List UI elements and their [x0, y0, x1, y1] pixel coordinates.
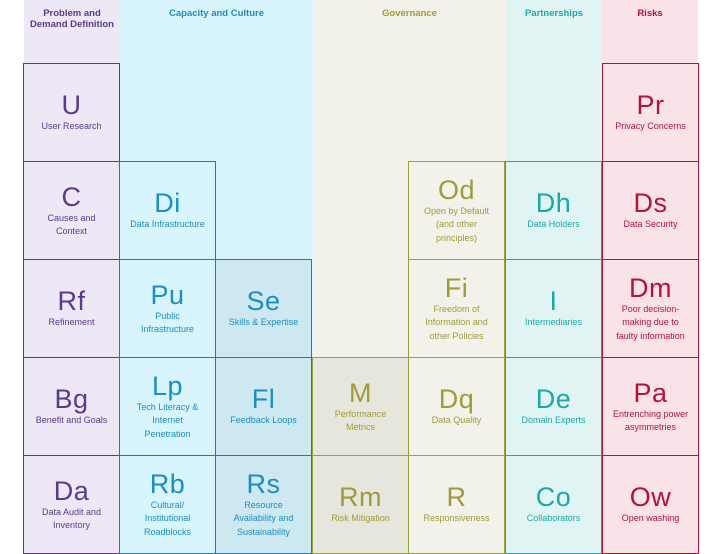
element-symbol: Ds [633, 188, 668, 219]
element-name: Data Audit and Inventory [41, 506, 102, 531]
element-symbol: M [349, 377, 372, 408]
element-Od[interactable]: Od Open by Default (and other principles… [408, 161, 505, 260]
element-name: Open by Default (and other principles) [423, 205, 490, 243]
element-name: Skills & Expertise [228, 317, 299, 328]
element-symbol: Da [53, 475, 90, 506]
element-Bg[interactable]: Bg Benefit and Goals [23, 357, 120, 456]
element-R[interactable]: R Responsiveness [408, 455, 505, 554]
element-name: Data Holders [527, 219, 580, 230]
category-label-problem: Problem and Demand Definition [30, 8, 114, 30]
element-symbol: Rm [339, 482, 382, 513]
element-name: Poor decision-making due to faulty infor… [616, 303, 685, 341]
element-symbol: Rf [57, 286, 86, 317]
element-Rs[interactable]: Rs Resource Availability and Sustainabil… [215, 455, 312, 554]
element-symbol: Co [535, 482, 572, 513]
element-name: Risk Mitigation [331, 513, 390, 524]
element-Pr[interactable]: Pr Privacy Concerns [602, 63, 699, 162]
element-name: Feedback Loops [230, 415, 297, 426]
element-symbol: Se [246, 286, 281, 317]
element-Da[interactable]: Da Data Audit and Inventory [23, 455, 120, 554]
element-Rf[interactable]: Rf Refinement [23, 259, 120, 358]
element-name: Tech Literacy & Internet Penetration [136, 401, 199, 439]
element-U[interactable]: U User Research [23, 63, 120, 162]
element-symbol: C [61, 181, 82, 212]
element-symbol: Di [154, 188, 181, 219]
element-name: Causes and Context [47, 212, 96, 237]
element-name: Domain Experts [521, 415, 586, 426]
element-name: Refinement [48, 317, 95, 328]
element-name: Public Infrastructure [140, 310, 195, 335]
element-Rm[interactable]: Rm Risk Mitigation [312, 455, 409, 554]
element-symbol: Bg [54, 384, 89, 415]
element-symbol: Pr [636, 90, 665, 121]
element-name: Performance Metrics [334, 408, 387, 433]
element-Co[interactable]: Co Collaborators [505, 455, 602, 554]
element-symbol: Dq [438, 384, 475, 415]
element-Dm[interactable]: Dm Poor decision-making due to faulty in… [602, 259, 699, 358]
element-name: User Research [41, 121, 102, 132]
element-name: Intermediaries [524, 317, 583, 328]
element-symbol: Pu [150, 279, 185, 310]
element-De[interactable]: De Domain Experts [505, 357, 602, 456]
element-symbol: I [549, 286, 558, 317]
element-name: Entrenching power asymmetries [612, 408, 689, 433]
element-Fi[interactable]: Fi Freedom of Information and other Poli… [408, 259, 505, 358]
element-Di[interactable]: Di Data Infrastructure [119, 161, 216, 260]
element-symbol: De [535, 384, 572, 415]
element-name: Resource Availability and Sustainability [233, 499, 294, 537]
element-symbol: Rs [246, 468, 281, 499]
element-Rb[interactable]: Rb Cultural/ Institutional Roadblocks [119, 455, 216, 554]
element-symbol: Fl [251, 384, 276, 415]
element-Fl[interactable]: Fl Feedback Loops [215, 357, 312, 456]
element-name: Freedom of Information and other Policie… [425, 303, 488, 341]
element-I[interactable]: I Intermediaries [505, 259, 602, 358]
element-symbol: Od [437, 174, 476, 205]
element-Pu[interactable]: Pu Public Infrastructure [119, 259, 216, 358]
element-Dh[interactable]: Dh Data Holders [505, 161, 602, 260]
element-name: Data Security [623, 219, 678, 230]
element-symbol: Dh [535, 188, 572, 219]
element-name: Collaborators [526, 513, 581, 524]
element-name: Privacy Concerns [615, 121, 686, 132]
element-symbol: R [446, 482, 467, 513]
category-label-capacity: Capacity and Culture [168, 8, 265, 19]
element-name: Data Infrastructure [130, 219, 205, 230]
element-Se[interactable]: Se Skills & Expertise [215, 259, 312, 358]
element-name: Open washing [621, 513, 680, 524]
element-Ow[interactable]: Ow Open washing [602, 455, 699, 554]
element-Lp[interactable]: Lp Tech Literacy & Internet Penetration [119, 357, 216, 456]
element-symbol: Dm [629, 272, 672, 303]
element-Pa[interactable]: Pa Entrenching power asymmetries [602, 357, 699, 456]
element-Dq[interactable]: Dq Data Quality [408, 357, 505, 456]
element-symbol: U [61, 90, 82, 121]
element-symbol: Rb [149, 468, 186, 499]
element-C[interactable]: C Causes and Context [23, 161, 120, 260]
element-M[interactable]: M Performance Metrics [312, 357, 409, 456]
element-name: Benefit and Goals [35, 415, 108, 426]
element-name: Cultural/ Institutional Roadblocks [143, 499, 192, 537]
element-symbol: Pa [633, 377, 668, 408]
element-symbol: Lp [151, 370, 184, 401]
element-name: Data Quality [431, 415, 482, 426]
category-label-partnerships: Partnerships [524, 8, 584, 19]
element-name: Responsiveness [423, 513, 490, 524]
element-symbol: Ow [629, 482, 672, 513]
category-label-governance: Governance [382, 8, 437, 19]
category-label-risks: Risks [637, 8, 663, 19]
element-Ds[interactable]: Ds Data Security [602, 161, 699, 260]
element-symbol: Fi [444, 272, 469, 303]
